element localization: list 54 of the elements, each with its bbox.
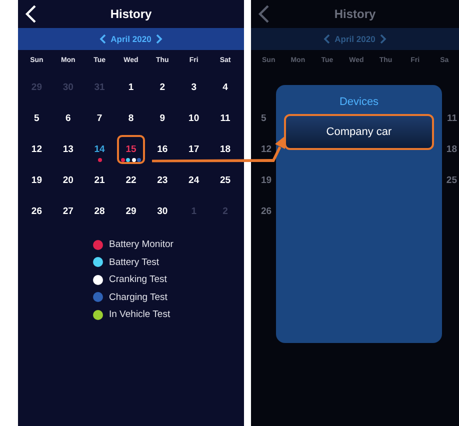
calendar-day: 25 xyxy=(446,175,457,186)
calendar-day[interactable]: 2 xyxy=(148,73,176,102)
calendar-day: 12 xyxy=(261,144,272,155)
calendar-day[interactable]: 12 xyxy=(22,135,51,164)
calendar-day[interactable]: 30 xyxy=(148,197,176,226)
legend-label: Battery Monitor xyxy=(109,239,174,250)
legend-label: Cranking Test xyxy=(109,274,167,286)
calendar-day[interactable]: 17 xyxy=(180,135,208,164)
calendar-day[interactable]: 1 xyxy=(116,73,145,102)
calendar-day[interactable]: 3 xyxy=(180,73,208,102)
calendar-day[interactable]: 18 xyxy=(211,135,240,164)
calendar-day: 5 xyxy=(261,113,266,124)
calendar-day[interactable]: 15 xyxy=(116,135,145,164)
month-label: April 2020 xyxy=(334,34,376,44)
calendar-day[interactable]: 24 xyxy=(180,166,208,195)
calendar-day[interactable]: 16 xyxy=(148,135,176,164)
device-button[interactable]: Company car xyxy=(284,114,434,150)
calendar-day[interactable]: 28 xyxy=(86,197,114,226)
calendar-day[interactable]: 26 xyxy=(22,197,51,226)
calendar-day[interactable]: 10 xyxy=(180,104,208,133)
calendar-day[interactable]: 19 xyxy=(22,166,51,195)
calendar-day[interactable]: 21 xyxy=(86,166,114,195)
calendar-day[interactable]: 29 xyxy=(116,197,145,226)
calendar-day[interactable]: 23 xyxy=(148,166,176,195)
calendar-day[interactable]: 25 xyxy=(211,166,240,195)
calendar-day[interactable]: 22 xyxy=(116,166,145,195)
back-icon xyxy=(257,4,271,24)
calendar-day: 11 xyxy=(446,113,457,124)
calendar-day[interactable]: 5 xyxy=(22,104,51,133)
legend-label: Battery Test xyxy=(109,256,159,268)
calendar-day: 19 xyxy=(261,175,272,186)
calendar-day[interactable]: 4 xyxy=(211,73,240,102)
calendar-day[interactable]: 6 xyxy=(54,104,82,133)
calendar-day[interactable]: 9 xyxy=(148,104,176,133)
legend-label: Charging Test xyxy=(109,292,168,303)
screen-title: History xyxy=(110,7,152,21)
screen-title: History xyxy=(334,7,376,21)
calendar-day: 26 xyxy=(261,206,272,217)
calendar-day[interactable]: 13 xyxy=(54,135,82,164)
month-label: April 2020 xyxy=(110,34,152,44)
previous-month-button[interactable] xyxy=(98,33,107,45)
calendar-day[interactable]: 27 xyxy=(54,197,82,226)
chevron-right-icon xyxy=(380,34,388,44)
back-button[interactable] xyxy=(24,4,38,24)
calendar-day[interactable]: 7 xyxy=(86,104,114,133)
calendar-day: 18 xyxy=(446,144,457,155)
calendar-day[interactable]: 14 xyxy=(86,135,114,164)
next-month-button[interactable] xyxy=(155,33,164,45)
chevron-left-icon xyxy=(322,34,330,44)
calendar-day[interactable]: 20 xyxy=(54,166,82,195)
legend-label: In Vehicle Test xyxy=(109,309,170,320)
calendar-day[interactable]: 11 xyxy=(211,104,240,133)
calendar-day[interactable]: 8 xyxy=(116,104,145,133)
dialog-title: Devices xyxy=(339,96,379,108)
